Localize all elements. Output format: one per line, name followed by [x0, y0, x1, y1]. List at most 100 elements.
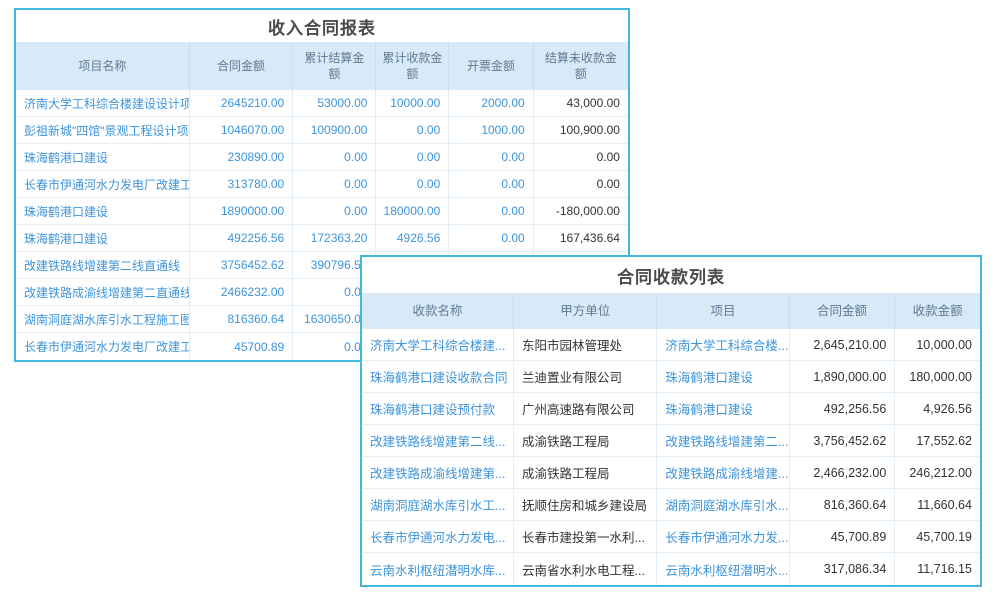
link-cell[interactable]: 长春市伊通河水力发电厂改建工程 [16, 333, 190, 360]
cell: 0.00 [449, 198, 533, 224]
table-row: 彭祖新城"四馆"景观工程设计项目1046070.00100900.000.001… [16, 117, 628, 144]
link-cell[interactable]: 济南大学工科综合楼建... [362, 329, 514, 360]
column-header: 项目名称 [16, 42, 190, 90]
cell: 0.00 [449, 171, 533, 197]
cell: 0.00 [376, 171, 449, 197]
cell: 45,700.19 [895, 521, 980, 552]
cell: 2,645,210.00 [790, 329, 896, 360]
payment-list-title: 合同收款列表 [362, 257, 980, 293]
link-cell[interactable]: 珠海鹤港口建设 [657, 361, 789, 392]
link-cell[interactable]: 云南水利枢纽潜明水库... [362, 553, 514, 585]
cell: 0.00 [449, 144, 533, 170]
cell: 0.00 [376, 144, 449, 170]
cell: 17,552.62 [895, 425, 980, 456]
column-header: 收款名称 [362, 293, 514, 329]
cell: 0.00 [534, 144, 628, 170]
payment-list-header-row: 收款名称甲方单位项目合同金额收款金额 [362, 293, 980, 329]
payment-list-body: 济南大学工科综合楼建...东阳市园林管理处济南大学工科综合楼...2,645,2… [362, 329, 980, 585]
link-cell[interactable]: 改建铁路成渝线增建第... [362, 457, 514, 488]
cell: 11,716.15 [895, 553, 980, 585]
cell: 816360.64 [190, 306, 293, 332]
link-cell[interactable]: 湖南洞庭湖水库引水... [657, 489, 789, 520]
cell: 抚顺住房和城乡建设局 [514, 489, 657, 520]
cell: 0.00 [449, 225, 533, 251]
link-cell[interactable]: 济南大学工科综合楼建设设计项目 [16, 90, 190, 116]
cell: 0.00 [534, 171, 628, 197]
column-header: 结算未收款金额 [534, 42, 628, 90]
column-header: 合同金额 [790, 293, 896, 329]
column-header: 项目 [657, 293, 789, 329]
column-header: 开票金额 [449, 42, 533, 90]
cell: 云南省水利水电工程... [514, 553, 657, 585]
cell: 0.00 [293, 144, 376, 170]
table-row: 改建铁路成渝线增建第...成渝铁路工程局改建铁路成渝线增建...2,466,23… [362, 457, 980, 489]
cell: 广州高速路有限公司 [514, 393, 657, 424]
cell: 816,360.64 [790, 489, 896, 520]
table-row: 济南大学工科综合楼建设设计项目2645210.0053000.0010000.0… [16, 90, 628, 117]
link-cell[interactable]: 济南大学工科综合楼... [657, 329, 789, 360]
cell: 313780.00 [190, 171, 293, 197]
cell: 4926.56 [376, 225, 449, 251]
cell: 1046070.00 [190, 117, 293, 143]
link-cell[interactable]: 改建铁路成渝线增建... [657, 457, 789, 488]
link-cell[interactable]: 云南水利枢纽潜明水... [657, 553, 789, 585]
cell: 43,000.00 [534, 90, 628, 116]
link-cell[interactable]: 珠海鹤港口建设 [16, 144, 190, 170]
cell: 0.00 [376, 117, 449, 143]
cell: 180,000.00 [895, 361, 980, 392]
cell: 成渝铁路工程局 [514, 425, 657, 456]
cell: 1890000.00 [190, 198, 293, 224]
link-cell[interactable]: 改建铁路线增建第二... [657, 425, 789, 456]
table-row: 珠海鹤港口建设492256.56172363.204926.560.00167,… [16, 225, 628, 252]
income-report-header-row: 项目名称合同金额累计结算金额累计收款金额开票金额结算未收款金额 [16, 42, 628, 90]
cell: 4,926.56 [895, 393, 980, 424]
cell: 45,700.89 [790, 521, 896, 552]
cell: 0.00 [293, 198, 376, 224]
cell: 2645210.00 [190, 90, 293, 116]
cell: 0.00 [293, 171, 376, 197]
cell: 172363.20 [293, 225, 376, 251]
column-header: 甲方单位 [514, 293, 657, 329]
link-cell[interactable]: 珠海鹤港口建设 [16, 225, 190, 251]
contract-payment-list-card: 合同收款列表 收款名称甲方单位项目合同金额收款金额 济南大学工科综合楼建...东… [360, 255, 982, 587]
cell: 2000.00 [449, 90, 533, 116]
column-header: 合同金额 [190, 42, 293, 90]
cell: 45700.89 [190, 333, 293, 360]
cell: 长春市建投第一水利... [514, 521, 657, 552]
cell: 317,086.34 [790, 553, 896, 585]
link-cell[interactable]: 珠海鹤港口建设 [657, 393, 789, 424]
cell: 100,900.00 [534, 117, 628, 143]
link-cell[interactable]: 长春市伊通河水力发电... [362, 521, 514, 552]
table-row: 长春市伊通河水力发电...长春市建投第一水利...长春市伊通河水力发...45,… [362, 521, 980, 553]
table-row: 云南水利枢纽潜明水库...云南省水利水电工程...云南水利枢纽潜明水...317… [362, 553, 980, 585]
table-row: 济南大学工科综合楼建...东阳市园林管理处济南大学工科综合楼...2,645,2… [362, 329, 980, 361]
table-row: 珠海鹤港口建设230890.000.000.000.000.00 [16, 144, 628, 171]
table-row: 珠海鹤港口建设1890000.000.00180000.000.00-180,0… [16, 198, 628, 225]
cell: 10,000.00 [895, 329, 980, 360]
table-row: 珠海鹤港口建设收款合同兰迪置业有限公司珠海鹤港口建设1,890,000.0018… [362, 361, 980, 393]
cell: 230890.00 [190, 144, 293, 170]
link-cell[interactable]: 珠海鹤港口建设收款合同 [362, 361, 514, 392]
link-cell[interactable]: 长春市伊通河水力发电厂改建工程 [16, 171, 190, 197]
link-cell[interactable]: 湖南洞庭湖水库引水工程施工图 [16, 306, 190, 332]
link-cell[interactable]: 珠海鹤港口建设预付款 [362, 393, 514, 424]
link-cell[interactable]: 长春市伊通河水力发... [657, 521, 789, 552]
cell: 180000.00 [376, 198, 449, 224]
column-header: 累计结算金额 [293, 42, 376, 90]
cell: 兰迪置业有限公司 [514, 361, 657, 392]
cell: 10000.00 [376, 90, 449, 116]
link-cell[interactable]: 珠海鹤港口建设 [16, 198, 190, 224]
cell: -180,000.00 [534, 198, 628, 224]
cell: 53000.00 [293, 90, 376, 116]
table-row: 长春市伊通河水力发电厂改建工程313780.000.000.000.000.00 [16, 171, 628, 198]
cell: 成渝铁路工程局 [514, 457, 657, 488]
income-report-title: 收入合同报表 [16, 10, 628, 42]
link-cell[interactable]: 改建铁路线增建第二线直通线 [16, 252, 190, 278]
column-header: 累计收款金额 [376, 42, 449, 90]
table-row: 珠海鹤港口建设预付款广州高速路有限公司珠海鹤港口建设492,256.564,92… [362, 393, 980, 425]
cell: 3756452.62 [190, 252, 293, 278]
link-cell[interactable]: 彭祖新城"四馆"景观工程设计项目 [16, 117, 190, 143]
link-cell[interactable]: 改建铁路成渝线增建第二直通线 [16, 279, 190, 305]
link-cell[interactable]: 湖南洞庭湖水库引水工... [362, 489, 514, 520]
link-cell[interactable]: 改建铁路线增建第二线... [362, 425, 514, 456]
